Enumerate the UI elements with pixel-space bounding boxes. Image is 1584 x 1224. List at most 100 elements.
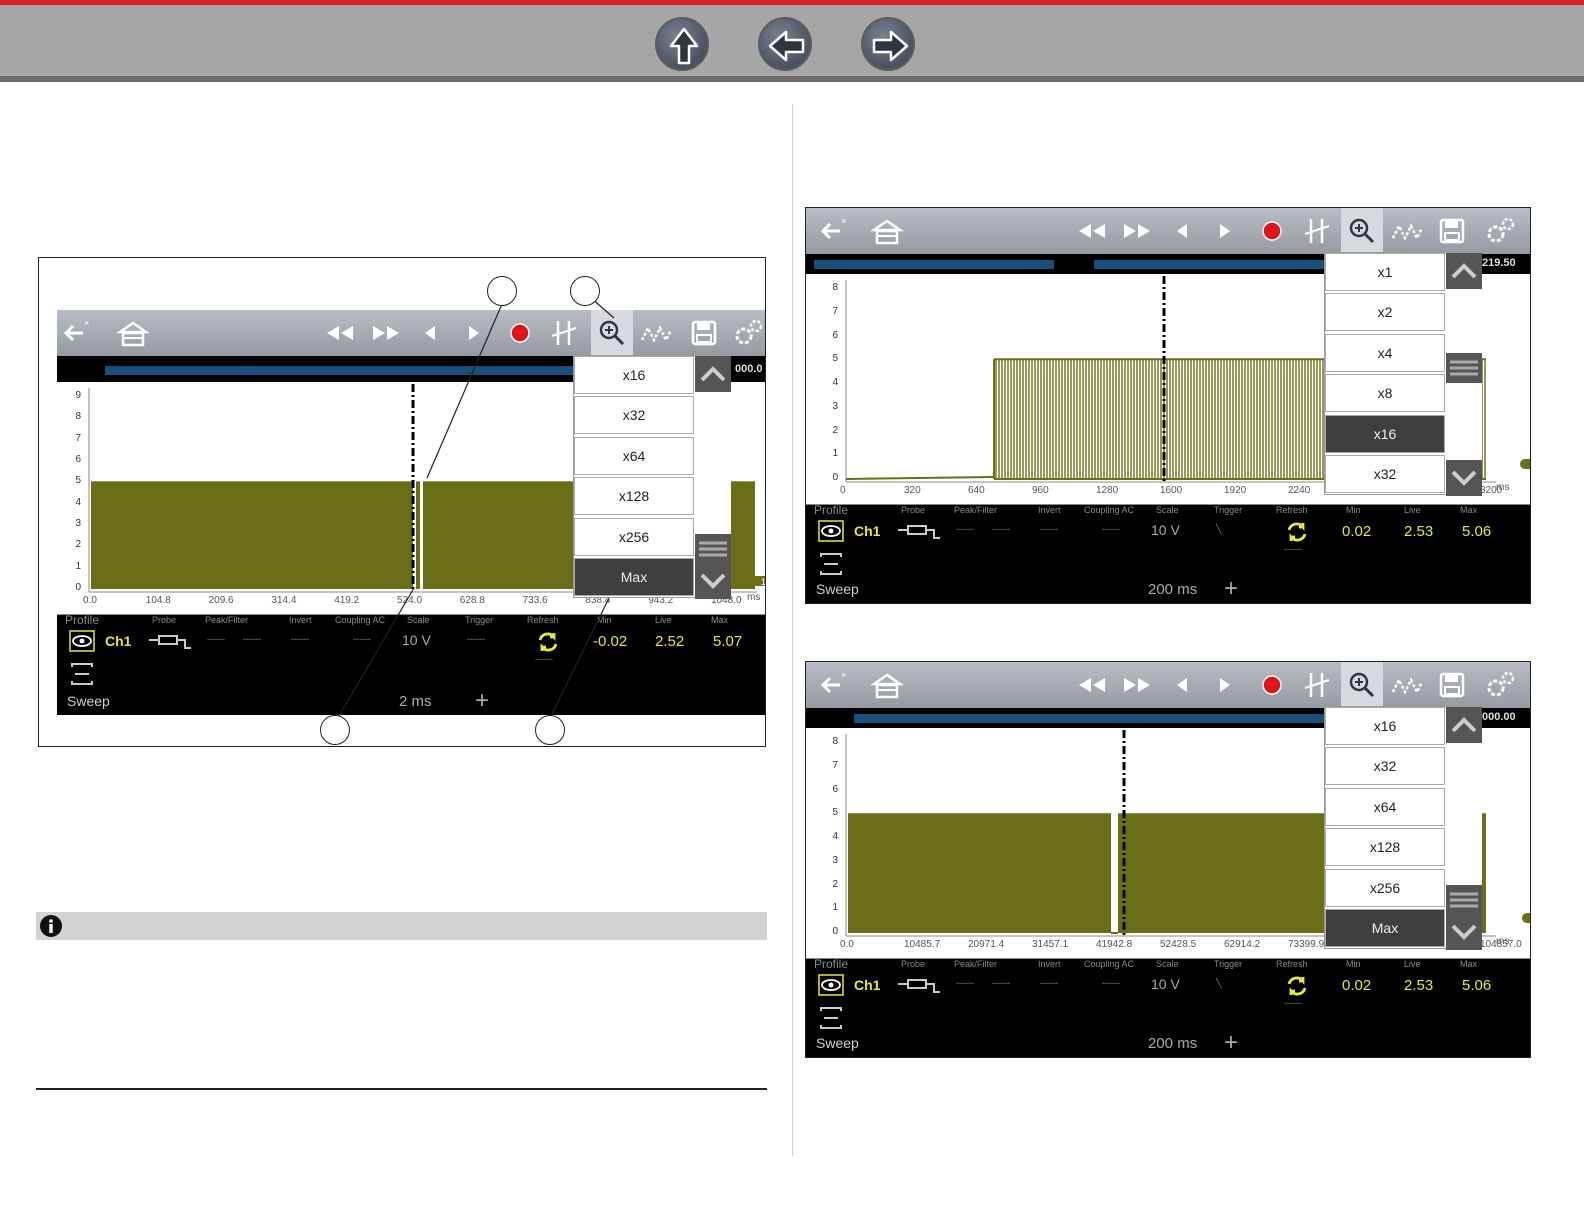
- forward-button[interactable]: [861, 17, 915, 71]
- sweep-increase-button[interactable]: +: [1224, 1029, 1238, 1057]
- zoom-option[interactable]: x16: [1325, 414, 1445, 453]
- cursor-icon: [1304, 673, 1330, 697]
- home-button[interactable]: [866, 208, 908, 254]
- zoom-option[interactable]: x128: [1325, 828, 1445, 867]
- zoom-button[interactable]: [1341, 208, 1383, 254]
- channel-trigger[interactable]: ╲: [1216, 524, 1221, 535]
- settings-button[interactable]: [1479, 208, 1521, 254]
- zoom-option[interactable]: x8: [1325, 374, 1445, 413]
- record-button[interactable]: [1251, 662, 1293, 708]
- channel-invert[interactable]: ------: [1040, 524, 1058, 534]
- rewind-button[interactable]: [1071, 662, 1113, 708]
- x-tick-label: 62914.2: [1224, 939, 1261, 950]
- header-trigger: Trigger: [1214, 505, 1243, 515]
- header-max: Max: [1460, 505, 1478, 515]
- waveform-button[interactable]: [1386, 662, 1428, 708]
- save-button[interactable]: [1431, 662, 1473, 708]
- channel-trigger[interactable]: ╲: [1216, 978, 1221, 989]
- sweep-label: Sweep: [816, 581, 859, 597]
- header-refresh: Refresh: [1276, 959, 1308, 969]
- header-live: Live: [1404, 959, 1421, 969]
- back-arrow-button[interactable]: ×: [814, 208, 856, 254]
- callout-marker: [320, 715, 350, 745]
- step-back-button[interactable]: [1161, 208, 1203, 254]
- fast-forward-button[interactable]: [1116, 662, 1158, 708]
- chevron-down-icon[interactable]: [1446, 914, 1482, 950]
- x-tick-label: 20971.4: [968, 939, 1005, 950]
- position-track[interactable]: [814, 714, 1324, 723]
- x-tick-label: 1920: [1224, 485, 1247, 496]
- chevron-down-icon[interactable]: [1446, 460, 1482, 496]
- fast-forward-button[interactable]: [1116, 208, 1158, 254]
- header-probe: Probe: [901, 959, 926, 969]
- record-button[interactable]: [1251, 208, 1293, 254]
- zoom-option[interactable]: x256: [1325, 868, 1445, 907]
- channel-marker[interactable]: 1: [1522, 913, 1530, 924]
- cursor-button[interactable]: [1296, 662, 1338, 708]
- back-button[interactable]: [758, 17, 812, 71]
- right-arrow-icon: [872, 30, 909, 62]
- channel-marker[interactable]: 1: [1520, 459, 1530, 470]
- x-tick-label: 52428.5: [1160, 939, 1197, 950]
- visibility-eye-icon[interactable]: [818, 520, 844, 542]
- zoom-option[interactable]: Max: [1325, 909, 1445, 947]
- step-forward-icon: [1220, 224, 1230, 238]
- zoom-option[interactable]: x16: [1325, 707, 1445, 745]
- zoom-option[interactable]: x32: [1325, 747, 1445, 786]
- waveform-button[interactable]: [1386, 208, 1428, 254]
- probe-icon[interactable]: [896, 520, 942, 542]
- zoom-option[interactable]: x32: [1325, 455, 1445, 493]
- scale-value[interactable]: 10 V: [1151, 522, 1180, 538]
- refresh-sub: ------: [1284, 998, 1302, 1008]
- menu-icon[interactable]: [818, 1007, 844, 1029]
- position-track[interactable]: [814, 260, 1324, 269]
- sweep-value[interactable]: 200 ms: [1148, 581, 1197, 598]
- rewind-button[interactable]: [1071, 208, 1113, 254]
- step-forward-button[interactable]: [1204, 662, 1246, 708]
- scope-screen-right-bottom: × 000.00 1 8 7 6 5 4 3 2 1 00.0 10485.7 20971.4 31457.…: [805, 661, 1531, 1058]
- menu-icon[interactable]: [818, 553, 844, 575]
- header-peak-filter: Peak/Filter: [954, 505, 998, 515]
- zoom-scrollbar[interactable]: [1446, 707, 1482, 950]
- scroll-thumb-icon[interactable]: [1446, 353, 1482, 383]
- channel-filter[interactable]: ------: [992, 524, 1010, 534]
- zoom-option[interactable]: x64: [1325, 787, 1445, 826]
- y-tick-label: 4: [832, 377, 838, 388]
- home-icon: [869, 219, 905, 245]
- zoom-menu: x1 x2 x4 x8 x16 x32: [1324, 252, 1482, 496]
- chevron-up-icon[interactable]: [1446, 707, 1482, 743]
- channel-filter[interactable]: ------: [992, 978, 1010, 988]
- zoom-option[interactable]: x2: [1325, 293, 1445, 332]
- zoom-button[interactable]: [1341, 662, 1383, 708]
- scale-value[interactable]: 10 V: [1151, 976, 1180, 992]
- zoom-option[interactable]: x1: [1325, 253, 1445, 291]
- channel-invert[interactable]: ------: [1040, 978, 1058, 988]
- cursor-button[interactable]: [1296, 208, 1338, 254]
- sweep-increase-button[interactable]: +: [1224, 575, 1238, 603]
- step-back-button[interactable]: [1161, 662, 1203, 708]
- channel-coupling[interactable]: ------: [1102, 978, 1120, 988]
- x-tick-label: 31457.1: [1032, 939, 1069, 950]
- header-peak-filter: Peak/Filter: [954, 959, 998, 969]
- save-button[interactable]: [1431, 208, 1473, 254]
- zoom-scrollbar[interactable]: [1446, 253, 1482, 496]
- chevron-up-icon[interactable]: [1446, 253, 1482, 289]
- home-button[interactable]: [866, 662, 908, 708]
- up-button[interactable]: [655, 17, 709, 71]
- zoom-option[interactable]: x4: [1325, 333, 1445, 372]
- refresh-icon[interactable]: [1284, 974, 1310, 998]
- back-arrow-button[interactable]: ×: [814, 662, 856, 708]
- sweep-value[interactable]: 200 ms: [1148, 1035, 1197, 1052]
- visibility-eye-icon[interactable]: [818, 974, 844, 996]
- settings-icon: [1487, 217, 1515, 243]
- step-forward-button[interactable]: [1204, 208, 1246, 254]
- channel-peak[interactable]: ------: [956, 524, 974, 534]
- settings-button[interactable]: [1479, 662, 1521, 708]
- channel-coupling[interactable]: ------: [1102, 524, 1120, 534]
- scroll-thumb-icon[interactable]: [1446, 885, 1482, 915]
- probe-icon[interactable]: [896, 974, 942, 996]
- refresh-icon[interactable]: [1284, 520, 1310, 544]
- channel-peak[interactable]: ------: [956, 978, 974, 988]
- y-tick-label: 4: [832, 831, 838, 842]
- sweep-label: Sweep: [816, 1035, 859, 1051]
